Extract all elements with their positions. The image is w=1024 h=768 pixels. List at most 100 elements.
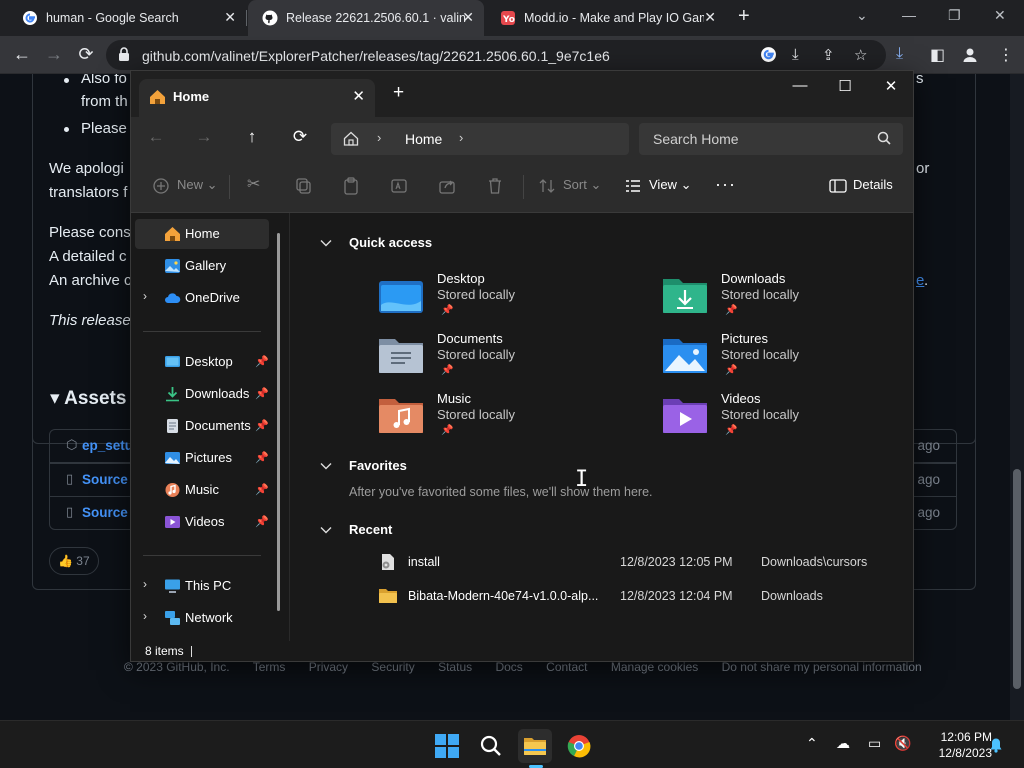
- delete-icon[interactable]: [485, 176, 505, 196]
- notification-bell-icon[interactable]: [988, 737, 1004, 753]
- breadcrumb-current[interactable]: Home: [405, 131, 442, 147]
- cut-icon[interactable]: ✂: [247, 174, 260, 194]
- close-tab-icon[interactable]: ✕: [352, 87, 365, 105]
- close-icon[interactable]: ✕: [224, 9, 236, 26]
- details-button[interactable]: Details: [853, 177, 893, 192]
- network-display-icon[interactable]: ▭: [868, 735, 881, 752]
- back-icon[interactable]: ←: [145, 127, 167, 147]
- downloads-icon[interactable]: ⤓: [896, 45, 903, 63]
- file-explorer-taskbar-button[interactable]: [518, 729, 552, 763]
- forward-icon[interactable]: →: [42, 44, 66, 65]
- system-clock[interactable]: 12:06 PM 12/8/2023: [918, 729, 992, 761]
- paste-icon[interactable]: [341, 176, 361, 196]
- search-icon[interactable]: [474, 729, 508, 763]
- footer-link[interactable]: Privacy: [309, 660, 348, 674]
- footer-link[interactable]: Security: [371, 660, 414, 674]
- share-icon[interactable]: ⇪: [822, 46, 835, 64]
- google-lens-icon[interactable]: [760, 46, 777, 63]
- address-bar[interactable]: github.com/valinet/ExplorerPatcher/relea…: [106, 40, 886, 70]
- chevron-down-icon[interactable]: [320, 461, 332, 471]
- pin-icon[interactable]: 📌: [255, 451, 269, 464]
- pin-icon[interactable]: 📌: [255, 355, 269, 368]
- nav-item-desktop[interactable]: Desktop 📌: [135, 347, 269, 377]
- quick-access-item-music[interactable]: Music Stored locally 📌: [379, 391, 629, 445]
- close-window-icon[interactable]: ✕: [994, 7, 1006, 24]
- footer-link[interactable]: Docs: [495, 660, 522, 674]
- restore-icon[interactable]: ❐: [948, 7, 961, 24]
- quick-access-item-documents[interactable]: Documents Stored locally 📌: [379, 331, 629, 385]
- pin-icon[interactable]: 📌: [255, 419, 269, 432]
- show-hidden-icons-chevron-icon[interactable]: ⌃: [806, 735, 818, 752]
- browser-tab-moddio[interactable]: Yo Modd.io - Make and Play IO Games ✕: [486, 0, 726, 36]
- pin-icon[interactable]: 📌: [255, 483, 269, 496]
- nav-item-network[interactable]: › Network: [135, 603, 269, 633]
- forward-icon[interactable]: →: [193, 127, 215, 147]
- browser-tab-google[interactable]: human - Google Search ✕: [8, 0, 246, 36]
- page-scrollbar[interactable]: [1010, 74, 1024, 720]
- nav-item-music[interactable]: Music 📌: [135, 475, 269, 505]
- maximize-icon[interactable]: ☐: [834, 77, 856, 95]
- nav-item-this-pc[interactable]: › This PC: [135, 571, 269, 601]
- footer-link[interactable]: Contact: [546, 660, 587, 674]
- tab-search-chevron-icon[interactable]: ⌄: [856, 7, 868, 24]
- back-icon[interactable]: ←: [10, 44, 34, 65]
- explorer-tab-home[interactable]: Home ✕: [139, 79, 375, 117]
- close-icon[interactable]: ✕: [704, 9, 716, 26]
- browser-tab-github[interactable]: Release 22621.2506.60.1 · valinet ✕: [248, 0, 484, 36]
- search-input[interactable]: Search Home: [639, 123, 903, 155]
- minimize-icon[interactable]: —: [789, 77, 811, 94]
- profile-icon[interactable]: [962, 47, 978, 63]
- windows-start-icon[interactable]: [430, 729, 464, 763]
- refresh-icon[interactable]: ⟳: [289, 127, 311, 147]
- chevron-right-icon[interactable]: ›: [459, 130, 463, 145]
- copy-icon[interactable]: [294, 176, 314, 196]
- quick-access-item-desktop[interactable]: Desktop Stored locally 📌: [379, 271, 629, 325]
- more-options-icon[interactable]: ···: [715, 174, 736, 195]
- close-window-icon[interactable]: ✕: [880, 77, 902, 95]
- onedrive-offline-icon[interactable]: ☁: [836, 735, 850, 752]
- nav-item-onedrive[interactable]: › OneDrive: [135, 283, 269, 313]
- share-icon[interactable]: [437, 176, 457, 196]
- reload-icon[interactable]: ⟳: [74, 44, 98, 65]
- nav-item-home[interactable]: Home: [135, 219, 269, 249]
- nav-item-pictures[interactable]: Pictures 📌: [135, 443, 269, 473]
- close-icon[interactable]: ✕: [462, 9, 474, 26]
- nav-pane-scrollbar[interactable]: [277, 233, 280, 611]
- new-tab-button[interactable]: +: [393, 82, 404, 104]
- recent-row[interactable]: Bibata-Modern-40e74-v1.0.0-alp... 12/8/2…: [378, 585, 898, 609]
- nav-item-gallery[interactable]: Gallery: [135, 251, 269, 281]
- asset-link[interactable]: Source: [82, 472, 128, 487]
- chrome-icon[interactable]: [562, 729, 596, 763]
- chevron-down-icon[interactable]: [320, 238, 332, 248]
- volume-muted-icon[interactable]: 🔇: [894, 735, 911, 752]
- minimize-icon[interactable]: —: [902, 7, 916, 23]
- nav-item-downloads[interactable]: Downloads 📌: [135, 379, 269, 409]
- nav-item-videos[interactable]: Videos 📌: [135, 507, 269, 537]
- footer-link[interactable]: Terms: [253, 660, 286, 674]
- pin-icon[interactable]: 📌: [255, 387, 269, 400]
- reaction-button[interactable]: 👍 37: [49, 547, 99, 575]
- asset-link[interactable]: ep_setu: [82, 438, 133, 453]
- menu-kebab-icon[interactable]: ⋮: [998, 45, 1014, 65]
- side-panel-icon[interactable]: ◧: [930, 45, 945, 65]
- recent-row[interactable]: install 12/8/2023 12:05 PM Downloads\cur…: [378, 551, 898, 575]
- chevron-right-icon[interactable]: ›: [143, 577, 147, 591]
- quick-access-item-downloads[interactable]: Downloads Stored locally 📌: [663, 271, 913, 325]
- footer-link[interactable]: Manage cookies: [611, 660, 698, 674]
- nav-item-documents[interactable]: Documents 📌: [135, 411, 269, 441]
- chevron-right-icon[interactable]: ›: [143, 289, 147, 303]
- quick-access-item-videos[interactable]: Videos Stored locally 📌: [663, 391, 913, 445]
- footer-link[interactable]: Do not share my personal information: [722, 660, 922, 674]
- view-button[interactable]: View ⌄: [649, 177, 691, 193]
- breadcrumb[interactable]: › Home ›: [331, 123, 629, 155]
- new-tab-button[interactable]: +: [738, 5, 750, 28]
- new-button[interactable]: New ⌄: [177, 177, 218, 193]
- install-app-icon[interactable]: ⤓: [792, 46, 799, 63]
- bookmark-star-icon[interactable]: ☆: [854, 46, 867, 64]
- chevron-right-icon[interactable]: ›: [143, 609, 147, 623]
- asset-link[interactable]: Source: [82, 505, 128, 520]
- quick-access-heading[interactable]: Quick access: [349, 235, 432, 250]
- sort-button[interactable]: Sort ⌄: [563, 177, 601, 193]
- assets-heading[interactable]: ▾ Assets: [50, 387, 126, 410]
- pin-icon[interactable]: 📌: [255, 515, 269, 528]
